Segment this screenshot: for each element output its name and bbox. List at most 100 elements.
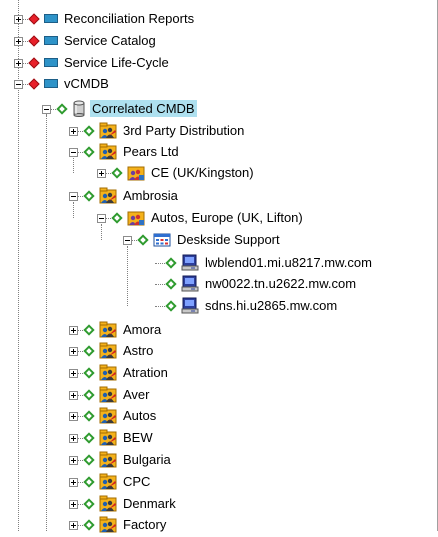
organization-icon — [99, 429, 117, 450]
tree-node[interactable]: lwblend01.mi.u8217.mw.com — [0, 252, 420, 273]
status-diamond-icon — [83, 409, 95, 422]
category-icon — [44, 14, 58, 23]
status-diamond-icon — [83, 366, 95, 379]
collapse-icon[interactable] — [69, 191, 78, 201]
tree-node-label: Astro — [123, 343, 154, 358]
expand-icon[interactable] — [69, 433, 78, 443]
status-diamond-icon — [83, 388, 95, 401]
expand-icon[interactable] — [14, 58, 23, 68]
tree-node-label: sdns.hi.u2865.mw.com — [205, 298, 338, 313]
expand-icon[interactable] — [69, 126, 78, 136]
collapse-icon[interactable] — [123, 235, 132, 245]
tree-node-label: lwblend01.mi.u8217.mw.com — [205, 255, 372, 270]
tree-node[interactable]: Autos — [0, 405, 420, 426]
expand-icon[interactable] — [69, 346, 78, 356]
computer-icon — [181, 297, 199, 318]
status-diamond-icon — [28, 77, 40, 90]
expand-icon[interactable] — [69, 411, 78, 421]
tree-node[interactable]: Factory — [0, 514, 420, 535]
tree-node[interactable]: Bulgaria — [0, 449, 420, 470]
tree-node-label: 3rd Party Distribution — [123, 123, 245, 138]
status-diamond-icon — [165, 277, 177, 290]
tree-node[interactable]: Pears Ltd — [0, 141, 420, 162]
expand-icon[interactable] — [69, 520, 78, 530]
computer-icon — [181, 254, 199, 275]
tree-node[interactable]: 3rd Party Distribution — [0, 120, 420, 141]
tree-node-label: Bulgaria — [123, 452, 171, 467]
tree-node[interactable]: Service Life-Cycle — [0, 52, 420, 73]
database-icon — [72, 100, 86, 120]
expand-icon[interactable] — [69, 455, 78, 465]
tree-node-label: Ambrosia — [123, 188, 178, 203]
tree-node[interactable]: nw0022.tn.u2622.mw.com — [0, 273, 420, 294]
tree-node-label: Amora — [123, 322, 162, 337]
tree-node[interactable]: vCMDB — [0, 73, 420, 94]
status-diamond-icon — [56, 102, 68, 115]
organization-icon — [99, 495, 117, 516]
status-diamond-icon — [111, 166, 123, 179]
status-diamond-icon — [83, 124, 95, 137]
status-diamond-icon — [165, 256, 177, 269]
expand-icon[interactable] — [69, 368, 78, 378]
status-diamond-icon — [83, 189, 95, 202]
expand-icon[interactable] — [69, 325, 78, 335]
tree-node[interactable]: Reconciliation Reports — [0, 8, 420, 29]
tree-node-label: Pears Ltd — [123, 144, 179, 159]
tree-node[interactable]: CE (UK/Kingston) — [0, 162, 420, 183]
organization-icon — [99, 342, 117, 363]
tree-node-label: Atration — [123, 365, 168, 380]
status-diamond-icon — [28, 12, 40, 25]
collapse-icon[interactable] — [14, 79, 23, 89]
category-icon — [44, 79, 58, 88]
service-tree[interactable]: Reconciliation Reports Service Catalog Ser… — [0, 0, 438, 532]
tree-node-label: BEW — [123, 430, 153, 445]
organization-icon — [99, 364, 117, 385]
status-diamond-icon — [83, 323, 95, 336]
tree-node[interactable]: CPC — [0, 471, 420, 492]
tree-node[interactable]: Ambrosia — [0, 185, 420, 206]
status-diamond-icon — [165, 299, 177, 312]
tree-node[interactable]: sdns.hi.u2865.mw.com — [0, 295, 420, 316]
tree-node[interactable]: BEW — [0, 427, 420, 448]
expand-icon[interactable] — [69, 477, 78, 487]
expand-icon[interactable] — [69, 390, 78, 400]
tree-node[interactable]: Service Catalog — [0, 30, 420, 51]
status-diamond-icon — [83, 518, 95, 531]
tree-node-label: Deskside Support — [177, 232, 280, 247]
location-icon — [127, 164, 145, 185]
tree-node-label: Aver — [123, 387, 150, 402]
collapse-icon[interactable] — [69, 147, 78, 157]
status-diamond-icon — [83, 145, 95, 158]
tree-node[interactable]: Correlated CMDB — [0, 98, 420, 119]
tree-node[interactable]: Deskside Support — [0, 229, 420, 250]
tree-node[interactable]: Amora — [0, 319, 420, 340]
tree-node-label: Denmark — [123, 496, 176, 511]
expand-icon[interactable] — [97, 168, 106, 178]
tree-node[interactable]: Atration — [0, 362, 420, 383]
tree-node[interactable]: Astro — [0, 340, 420, 361]
business-service-icon — [153, 232, 171, 251]
status-diamond-icon — [137, 233, 149, 246]
expand-icon[interactable] — [69, 499, 78, 509]
tree-node-label: Service Catalog — [64, 33, 156, 48]
tree-node-label: Service Life-Cycle — [64, 55, 169, 70]
tree-node[interactable]: Denmark — [0, 493, 420, 514]
organization-icon — [99, 451, 117, 472]
tree-node-label: Correlated CMDB — [90, 100, 197, 117]
tree-node-label: CE (UK/Kingston) — [151, 165, 254, 180]
expand-icon[interactable] — [14, 14, 23, 24]
status-diamond-icon — [83, 475, 95, 488]
status-diamond-icon — [83, 453, 95, 466]
tree-node[interactable]: Autos, Europe (UK, Lifton) — [0, 207, 420, 228]
collapse-icon[interactable] — [97, 213, 106, 223]
tree-node[interactable]: Aver — [0, 384, 420, 405]
computer-icon — [181, 275, 199, 296]
organization-icon — [99, 187, 117, 208]
category-icon — [44, 58, 58, 67]
tree-node-label: vCMDB — [64, 76, 109, 91]
status-diamond-icon — [28, 34, 40, 47]
expand-icon[interactable] — [14, 36, 23, 46]
organization-icon — [99, 386, 117, 407]
location-icon — [127, 209, 145, 230]
collapse-icon[interactable] — [42, 104, 51, 114]
